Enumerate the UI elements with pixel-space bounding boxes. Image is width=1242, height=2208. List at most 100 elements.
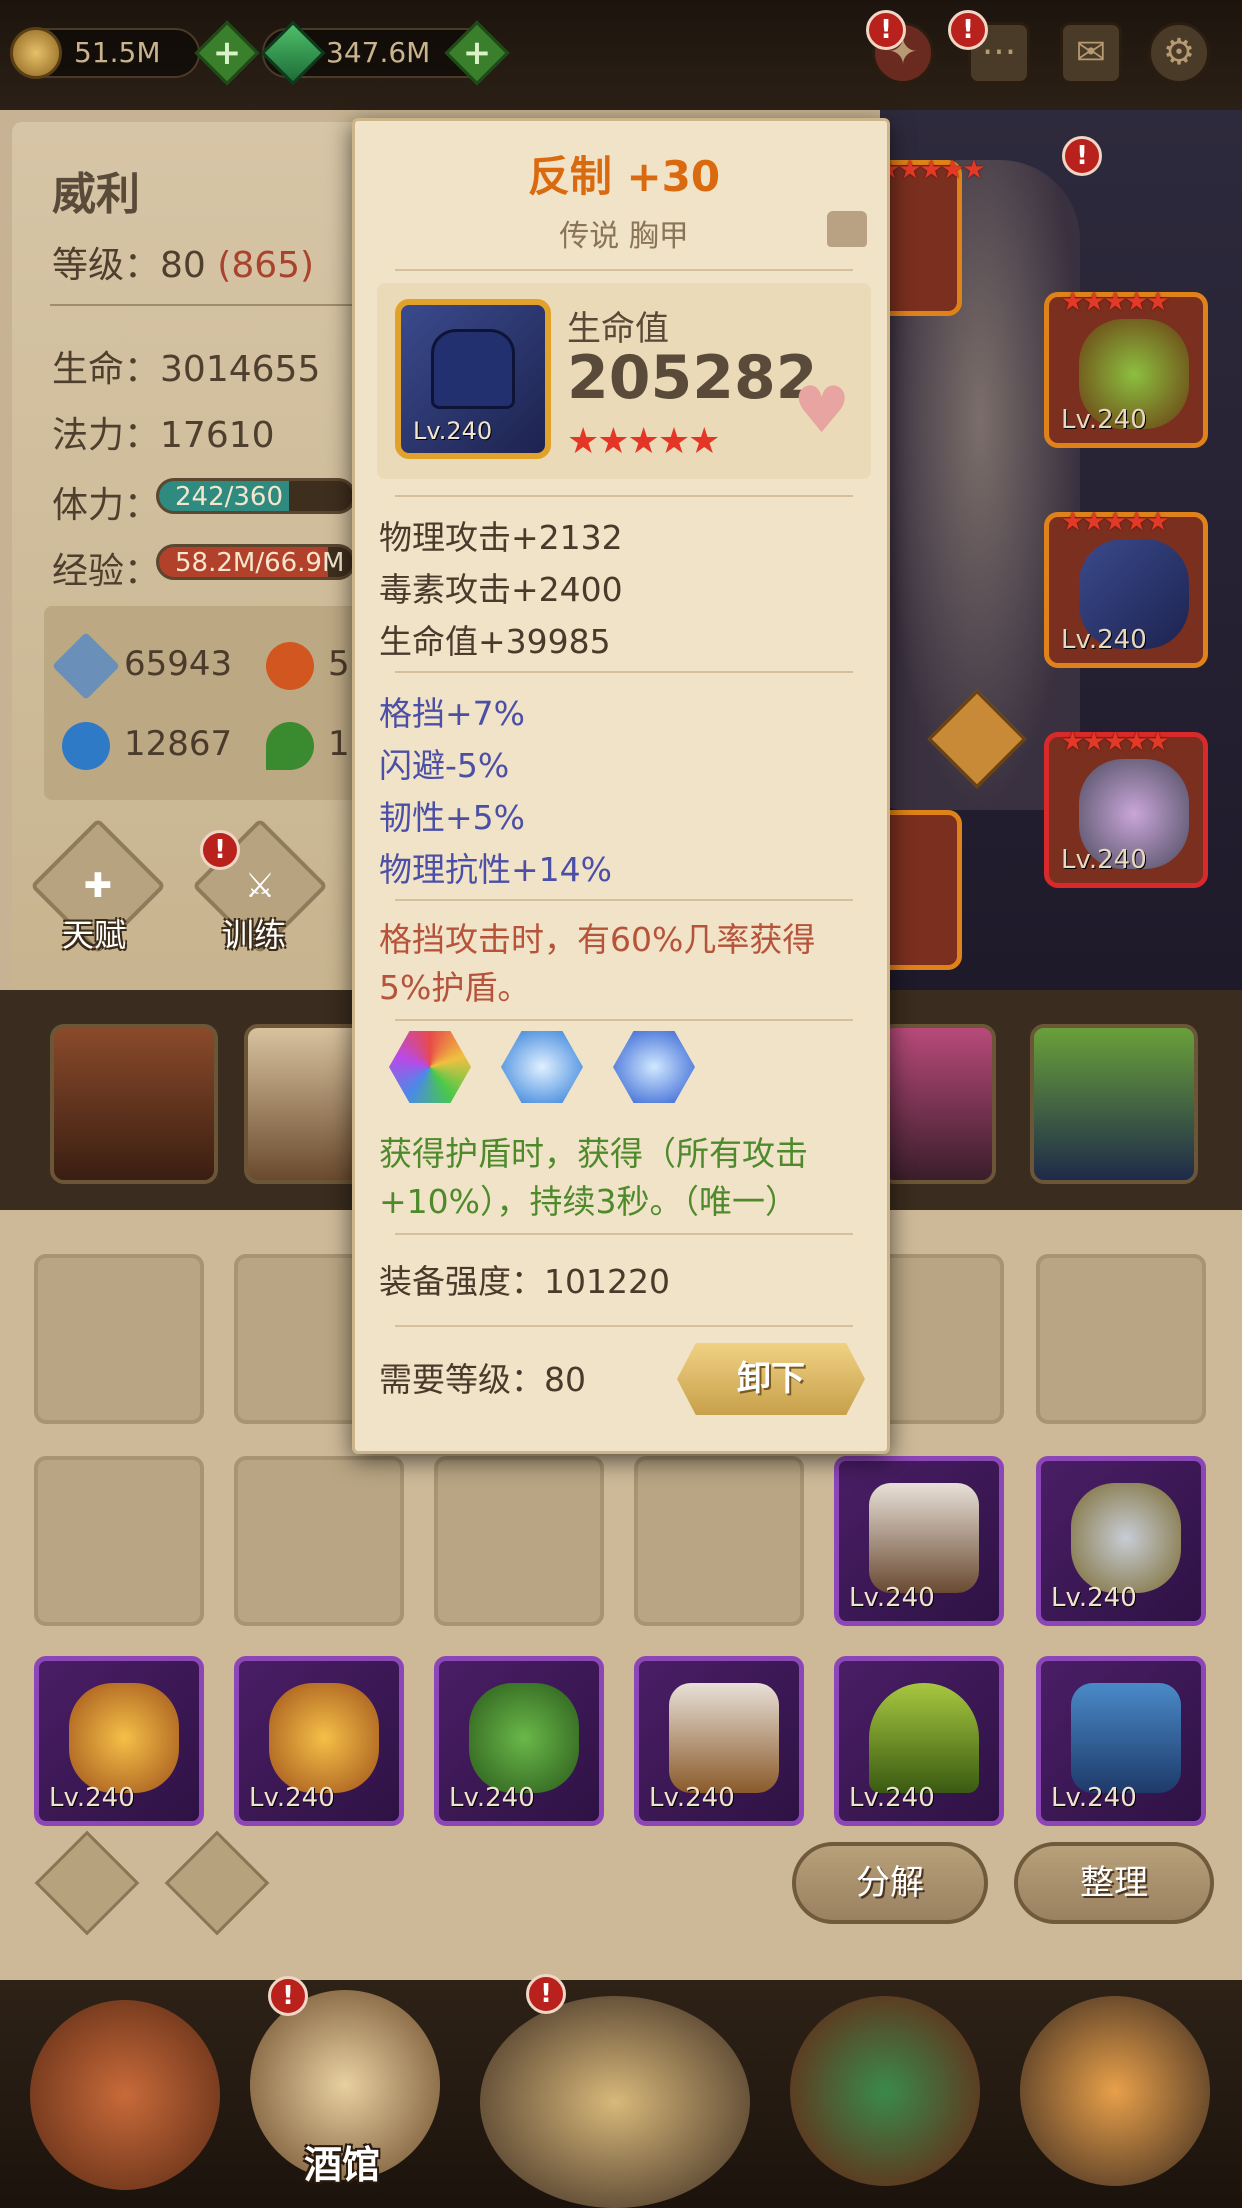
inventory-item-helmet[interactable]: Lv.240 (1036, 1456, 1206, 1626)
level-row: 等级：80 (865) (52, 236, 314, 288)
blue-gem-icon[interactable] (501, 1031, 583, 1103)
nav-adventure[interactable] (480, 1996, 750, 2208)
stars: ★★★★★ (1061, 507, 1170, 537)
bonus-stat: 物理抗性+14% (379, 850, 612, 889)
coin-icon (10, 27, 62, 79)
item-level: Lv.240 (49, 1783, 135, 1813)
plus-icon: + (212, 33, 242, 73)
helmet-icon (1071, 1483, 1181, 1593)
power-value: 101220 (544, 1262, 670, 1301)
rainbow-gem-icon[interactable] (389, 1031, 471, 1103)
mp-label: 法力： (52, 415, 161, 456)
poison-value: 1 (328, 724, 350, 764)
base-stat: 物理攻击+2132 (379, 518, 623, 557)
item-level: Lv.240 (1051, 1583, 1137, 1613)
hero-portrait[interactable] (880, 1024, 996, 1184)
mail-icon[interactable]: ✉ (1060, 22, 1122, 84)
alert-badge: ! (268, 1976, 308, 2016)
inventory-item-torch[interactable]: Lv.240 (234, 1656, 404, 1826)
poison-icon (266, 722, 314, 770)
unequip-button[interactable]: 卸下 (677, 1343, 865, 1415)
hero-portrait[interactable] (50, 1024, 218, 1184)
nav-home[interactable] (30, 2000, 220, 2190)
item-subtitle: 传说 胸甲 (559, 219, 689, 254)
equip-slot-armor[interactable]: ★★★★★ Lv.240 (1044, 507, 1208, 668)
sort-button[interactable]: 整理 (1014, 1842, 1214, 1924)
gold-value: 51.5M (74, 36, 161, 69)
inventory-item-hat[interactable]: Lv.240 (834, 1656, 1004, 1826)
alert-badge: ! (526, 1974, 566, 2014)
fire-value: 5 (328, 644, 350, 684)
power-label: 装备强度： (379, 1262, 544, 1301)
heart-icon[interactable]: ♥ (793, 379, 853, 443)
level-value: 80 (160, 245, 206, 286)
chest-armor-icon (431, 329, 515, 409)
inventory-slot-empty[interactable] (34, 1456, 204, 1626)
hat-icon (869, 1683, 979, 1793)
inventory-slot-empty[interactable] (1036, 1254, 1206, 1424)
stars: ★★★★★ (1061, 287, 1170, 317)
nav-shop[interactable] (790, 1996, 980, 2186)
alert-badge: ! (200, 830, 240, 870)
item-level: Lv.240 (1061, 405, 1147, 435)
boots-icon (1071, 1683, 1181, 1793)
exp-text: 58.2M/66.9M (175, 548, 345, 578)
divider (50, 304, 360, 306)
blue-gem-icon[interactable] (613, 1031, 695, 1103)
main-stat-value: 205282 (567, 343, 818, 413)
item-header: Lv.240 生命值 205282 ★★★★★ ♥ (377, 283, 871, 479)
mp-row: 法力：17610 (52, 406, 275, 458)
hp-label: 生命： (52, 349, 161, 390)
torch-icon (269, 1683, 379, 1793)
decompose-button[interactable]: 分解 (792, 1842, 988, 1924)
item-level: Lv.240 (849, 1783, 935, 1813)
exp-bar: 58.2M/66.9M (156, 544, 356, 580)
item-title: 反制 +30 (527, 152, 721, 201)
level-extra: (865) (217, 245, 315, 286)
fire-icon (266, 642, 314, 690)
base-stat: 毒素攻击+2400 (379, 570, 623, 609)
alert-badge: ! (1062, 136, 1102, 176)
torch-icon (69, 1683, 179, 1793)
train-label: 训练 (222, 916, 287, 954)
inventory-item-boots[interactable]: Lv.240 (634, 1656, 804, 1826)
item-level: Lv.240 (1061, 625, 1147, 655)
hero-name: 威利 (52, 169, 140, 220)
divider (395, 495, 853, 497)
hp-value: 3014655 (160, 349, 321, 390)
passive-effect-line: 5%护盾。 (379, 968, 531, 1007)
divider (395, 899, 853, 901)
nav-tavern-label: 酒馆 (304, 2143, 381, 2187)
stars: ★★★★★ (1061, 727, 1170, 757)
gloves-icon (469, 1683, 579, 1793)
equip-slot-accessory[interactable]: ★★★★★ Lv.240 (1044, 727, 1208, 888)
item-level: Lv.240 (449, 1783, 535, 1813)
inventory-item-boots[interactable]: Lv.240 (1036, 1656, 1206, 1826)
alert-badge: ! (866, 10, 906, 50)
divider (395, 1325, 853, 1327)
hero-portrait[interactable] (1030, 1024, 1198, 1184)
hp-row: 生命：3014655 (52, 340, 320, 392)
item-level: Lv.240 (849, 1583, 935, 1613)
stamina-text: 242/360 (175, 482, 284, 512)
equip-slot-ring[interactable]: ★★★★★ Lv.240 (1044, 287, 1208, 448)
inventory-item-torch[interactable]: Lv.240 (34, 1656, 204, 1826)
required-level-row: 需要等级：80 (379, 1353, 586, 1401)
inventory-item-gloves[interactable]: Lv.240 (434, 1656, 604, 1826)
gear-icon[interactable]: ⚙ (1148, 22, 1210, 84)
set-effect-line: +10%），持续3秒。（唯一） (379, 1182, 798, 1221)
inventory-item-boots[interactable]: Lv.240 (834, 1456, 1004, 1626)
boots-icon (869, 1483, 979, 1593)
nav-forge[interactable] (1020, 1996, 1210, 2186)
divider (395, 269, 853, 271)
set-effect-line: 获得护盾时，获得（所有攻击 (379, 1134, 808, 1173)
inventory-slot-empty[interactable] (634, 1456, 804, 1626)
inventory-slot-empty[interactable] (434, 1456, 604, 1626)
mp-value: 17610 (160, 415, 275, 456)
plus-icon: + (462, 33, 492, 73)
inventory-slot-empty[interactable] (234, 1456, 404, 1626)
item-icon-frame: Lv.240 (395, 299, 551, 459)
alert-badge: ! (948, 10, 988, 50)
item-level: Lv.240 (413, 417, 493, 445)
inventory-slot-empty[interactable] (34, 1254, 204, 1424)
